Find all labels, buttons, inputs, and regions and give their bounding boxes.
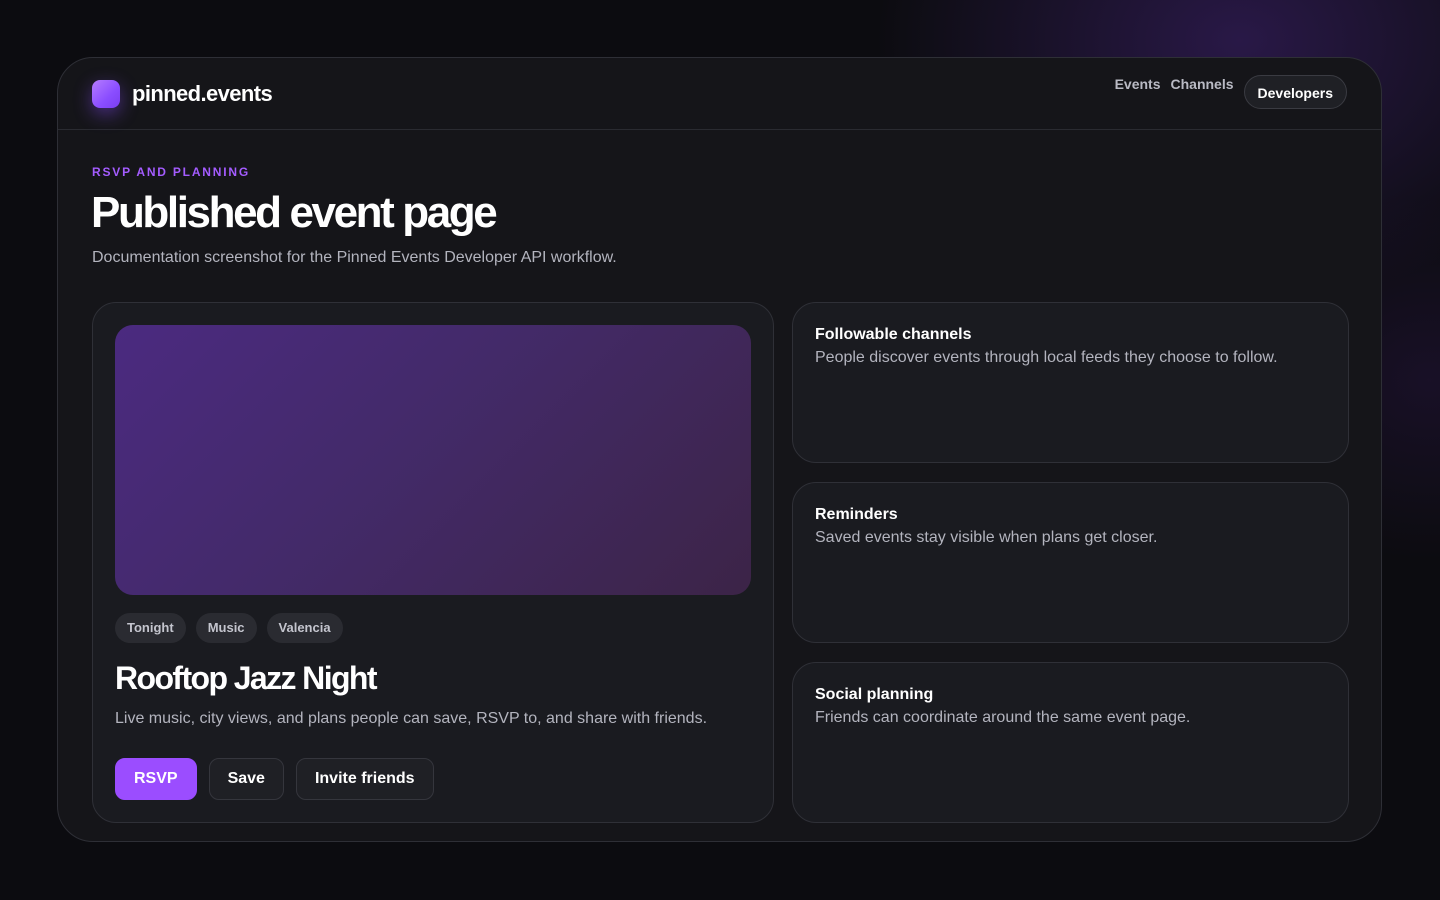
feature-description: People discover events through local fee… [815,349,1278,366]
tag-chip[interactable]: Tonight [115,613,186,643]
invite-friends-button[interactable]: Invite friends [295,758,434,800]
feature-card-social-planning: Social planning Friends can coordinate a… [792,662,1349,823]
nav-link-events[interactable]: Events [1115,74,1161,94]
app-window: pinned.events Events Channels Developers… [57,57,1382,842]
feature-title: Social planning [815,686,934,703]
tag-chip[interactable]: Valencia [266,613,343,643]
page-title: Published event page [91,188,498,237]
brand-name[interactable]: pinned.events [132,80,273,108]
event-actions: RSVP Save Invite friends [115,758,434,800]
event-hero-image [115,325,751,595]
feature-card-channels: Followable channels People discover even… [792,302,1349,463]
event-card: Tonight Music Valencia Rooftop Jazz Nigh… [92,302,774,823]
logo-icon[interactable] [92,80,120,108]
tag-chip[interactable]: Music [195,613,257,643]
page-eyebrow: RSVP AND PLANNING [92,165,250,179]
rsvp-button[interactable]: RSVP [115,758,197,800]
feature-card-reminders: Reminders Saved events stay visible when… [792,482,1349,643]
feature-title: Followable channels [815,326,972,343]
feature-description: Saved events stay visible when plans get… [815,529,1158,546]
feature-description: Friends can coordinate around the same e… [815,709,1191,726]
top-nav: Events Channels Developers [1115,75,1347,109]
event-tags: Tonight Music Valencia [115,613,343,643]
save-button[interactable]: Save [208,758,284,800]
event-title: Rooftop Jazz Night [115,660,378,696]
event-description: Live music, city views, and plans people… [115,710,708,727]
nav-link-channels[interactable]: Channels [1171,74,1234,94]
page-subtitle: Documentation screenshot for the Pinned … [92,249,617,266]
nav-developers-button[interactable]: Developers [1243,75,1347,109]
feature-title: Reminders [815,506,898,523]
top-header: pinned.events Events Channels Developers [58,58,1381,130]
